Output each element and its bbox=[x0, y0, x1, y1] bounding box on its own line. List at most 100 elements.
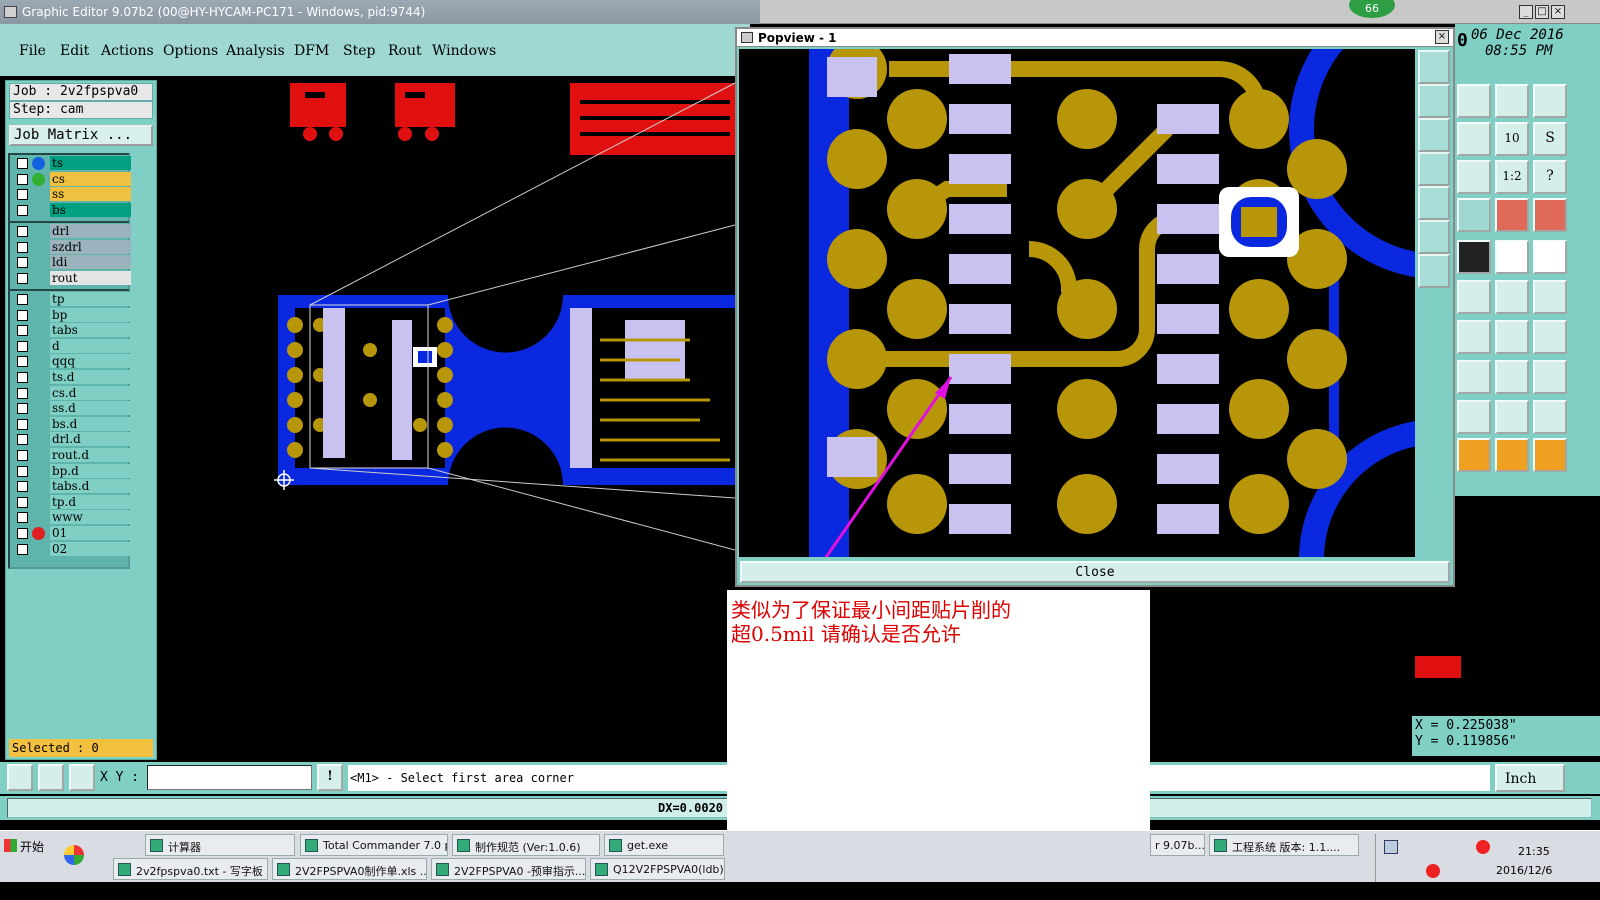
layer-checkbox[interactable] bbox=[17, 356, 28, 368]
task-excel[interactable]: 2V2FPSPVA0制作单.xls ... bbox=[272, 858, 427, 880]
pan-left-icon[interactable] bbox=[1418, 152, 1450, 186]
menu-rout[interactable]: Rout bbox=[388, 43, 422, 59]
layer-checkbox[interactable] bbox=[17, 403, 28, 415]
layer-row-qqq[interactable]: qqq bbox=[15, 354, 131, 369]
popview-canvas[interactable] bbox=[739, 49, 1415, 557]
layer-name[interactable]: 01 bbox=[50, 526, 131, 540]
layer-name[interactable]: szdrl bbox=[50, 239, 131, 254]
task-graphic-editor[interactable]: r 9.07b... bbox=[1150, 834, 1205, 856]
resize-icon[interactable] bbox=[1495, 360, 1529, 394]
move-icon[interactable] bbox=[1457, 160, 1491, 194]
layer-checkbox[interactable] bbox=[17, 543, 28, 555]
layer-row-tabs.d[interactable]: tabs.d bbox=[15, 479, 131, 494]
mirror-icon[interactable] bbox=[1533, 320, 1567, 354]
layer-row-cs[interactable]: cs bbox=[15, 171, 131, 187]
layer-checkbox[interactable] bbox=[17, 512, 28, 524]
layer-name[interactable]: 02 bbox=[50, 541, 131, 556]
text-style-icon[interactable] bbox=[1533, 400, 1567, 434]
tray-network-icon[interactable] bbox=[1384, 840, 1398, 854]
layer-row-rout.d[interactable]: rout.d bbox=[15, 448, 131, 463]
layer-checkbox[interactable] bbox=[17, 158, 28, 169]
layer-checkbox[interactable] bbox=[17, 325, 28, 337]
layer-row-02[interactable]: 02 bbox=[15, 541, 131, 557]
layer-row-drl.d[interactable]: drl.d bbox=[15, 432, 131, 447]
layer-row-szdrl[interactable]: szdrl bbox=[15, 239, 131, 255]
text-a-icon[interactable] bbox=[1457, 400, 1491, 434]
layer-row-d[interactable]: d bbox=[15, 338, 131, 354]
task-total-commander[interactable]: Total Commander 7.0 p... bbox=[300, 834, 448, 856]
task-spec[interactable]: 制作规范 (Ver:1.0.6) bbox=[452, 834, 600, 856]
layer-name[interactable]: tabs bbox=[50, 323, 131, 338]
layer-checkbox[interactable] bbox=[17, 450, 28, 461]
help-icon[interactable]: ? bbox=[1533, 160, 1567, 194]
layer-name[interactable]: ts.d bbox=[50, 370, 131, 384]
minus-icon[interactable] bbox=[1457, 360, 1491, 394]
layer-checkbox[interactable] bbox=[17, 226, 28, 237]
layer-row-ts.d[interactable]: ts.d bbox=[15, 370, 131, 385]
ruler-icon[interactable] bbox=[1495, 240, 1529, 274]
layer-checkbox[interactable] bbox=[17, 528, 28, 539]
menu-edit[interactable]: Edit bbox=[60, 43, 89, 59]
zoom-home-icon[interactable] bbox=[1418, 50, 1450, 84]
task-wordpad[interactable]: 2v2fpspva0.txt - 写字板 bbox=[113, 858, 268, 880]
layer-name[interactable]: cs.d bbox=[50, 385, 131, 400]
grid-icon[interactable] bbox=[1457, 198, 1491, 232]
layer-row-cs.d[interactable]: cs.d bbox=[15, 385, 131, 401]
layer-checkbox[interactable] bbox=[17, 204, 28, 216]
layer-row-ldi[interactable]: ldi bbox=[15, 255, 131, 270]
menu-actions[interactable]: Actions bbox=[101, 43, 154, 59]
layer-row-www[interactable]: www bbox=[15, 510, 131, 525]
popview-window[interactable]: Popview - 1 × Close bbox=[735, 27, 1455, 587]
task-q1[interactable]: Q12V2FPSPVA0(ldb)201... bbox=[590, 858, 725, 880]
text-edit-icon[interactable] bbox=[1495, 400, 1529, 434]
layer-align-icon[interactable] bbox=[1533, 198, 1567, 232]
layer-checkbox[interactable] bbox=[17, 189, 28, 201]
snap-center-icon[interactable] bbox=[69, 764, 95, 791]
popview-close-button[interactable]: Close bbox=[740, 561, 1450, 583]
layer-row-tabs[interactable]: tabs bbox=[15, 323, 131, 338]
minimize-button[interactable]: _ bbox=[1519, 5, 1533, 19]
pan-right-icon[interactable] bbox=[1418, 186, 1450, 220]
layer-name[interactable]: qqq bbox=[50, 354, 131, 369]
connect-icon[interactable] bbox=[1495, 280, 1529, 314]
task-review[interactable]: 2V2FPSPVA0 -预审指示... bbox=[431, 858, 586, 880]
layer-checkbox[interactable] bbox=[17, 294, 28, 305]
line-icon[interactable] bbox=[1457, 320, 1491, 354]
xy-input[interactable] bbox=[147, 765, 312, 790]
tray-app-icon[interactable] bbox=[1426, 864, 1440, 878]
measure-icon[interactable] bbox=[1457, 240, 1491, 274]
start-button[interactable]: 开始 bbox=[2, 835, 50, 857]
pad-icon[interactable] bbox=[1533, 240, 1567, 274]
layer-checkbox[interactable] bbox=[17, 387, 28, 399]
layer-checkbox[interactable] bbox=[17, 418, 28, 430]
layer-row-drl[interactable]: drl bbox=[15, 224, 131, 239]
layer-row-rout[interactable]: rout bbox=[15, 270, 131, 286]
task-calculator[interactable]: 计算器 bbox=[145, 834, 295, 856]
layer-checkbox[interactable] bbox=[17, 481, 28, 493]
layer-name[interactable]: ldi bbox=[50, 255, 131, 270]
graphic-canvas[interactable] bbox=[160, 80, 735, 760]
unit-select[interactable]: Inch bbox=[1495, 764, 1565, 792]
center-icon[interactable] bbox=[1418, 254, 1450, 288]
quicklaunch-icon[interactable] bbox=[64, 845, 84, 865]
layer-row-ss.d[interactable]: ss.d bbox=[15, 401, 131, 416]
layer-row-01[interactable]: 01 bbox=[15, 526, 131, 541]
select-area-icon[interactable] bbox=[1495, 438, 1529, 472]
layer-checkbox[interactable] bbox=[17, 173, 28, 185]
layer-checkbox[interactable] bbox=[17, 241, 28, 253]
menu-dfm[interactable]: DFM bbox=[294, 43, 329, 59]
layer-name[interactable]: www bbox=[50, 510, 131, 525]
layer-row-bp.d[interactable]: bp.d bbox=[15, 463, 131, 479]
menu-step[interactable]: Step bbox=[343, 43, 375, 59]
ratio-icon[interactable]: 1:2 bbox=[1495, 160, 1529, 194]
rotate-icon[interactable] bbox=[1495, 320, 1529, 354]
menu-options[interactable]: Options bbox=[163, 43, 218, 59]
layer-name[interactable]: ss bbox=[50, 187, 131, 202]
tray-security-icon[interactable] bbox=[1476, 840, 1490, 854]
task-engineering[interactable]: 工程系统 版本: 1.1.... bbox=[1209, 834, 1359, 856]
window-icon[interactable] bbox=[1533, 84, 1567, 118]
layer-name[interactable]: bs bbox=[50, 202, 131, 217]
layer-row-tp[interactable]: tp bbox=[15, 292, 131, 307]
popview-close-icon[interactable]: × bbox=[1435, 30, 1449, 44]
copy-icon[interactable] bbox=[1533, 360, 1567, 394]
